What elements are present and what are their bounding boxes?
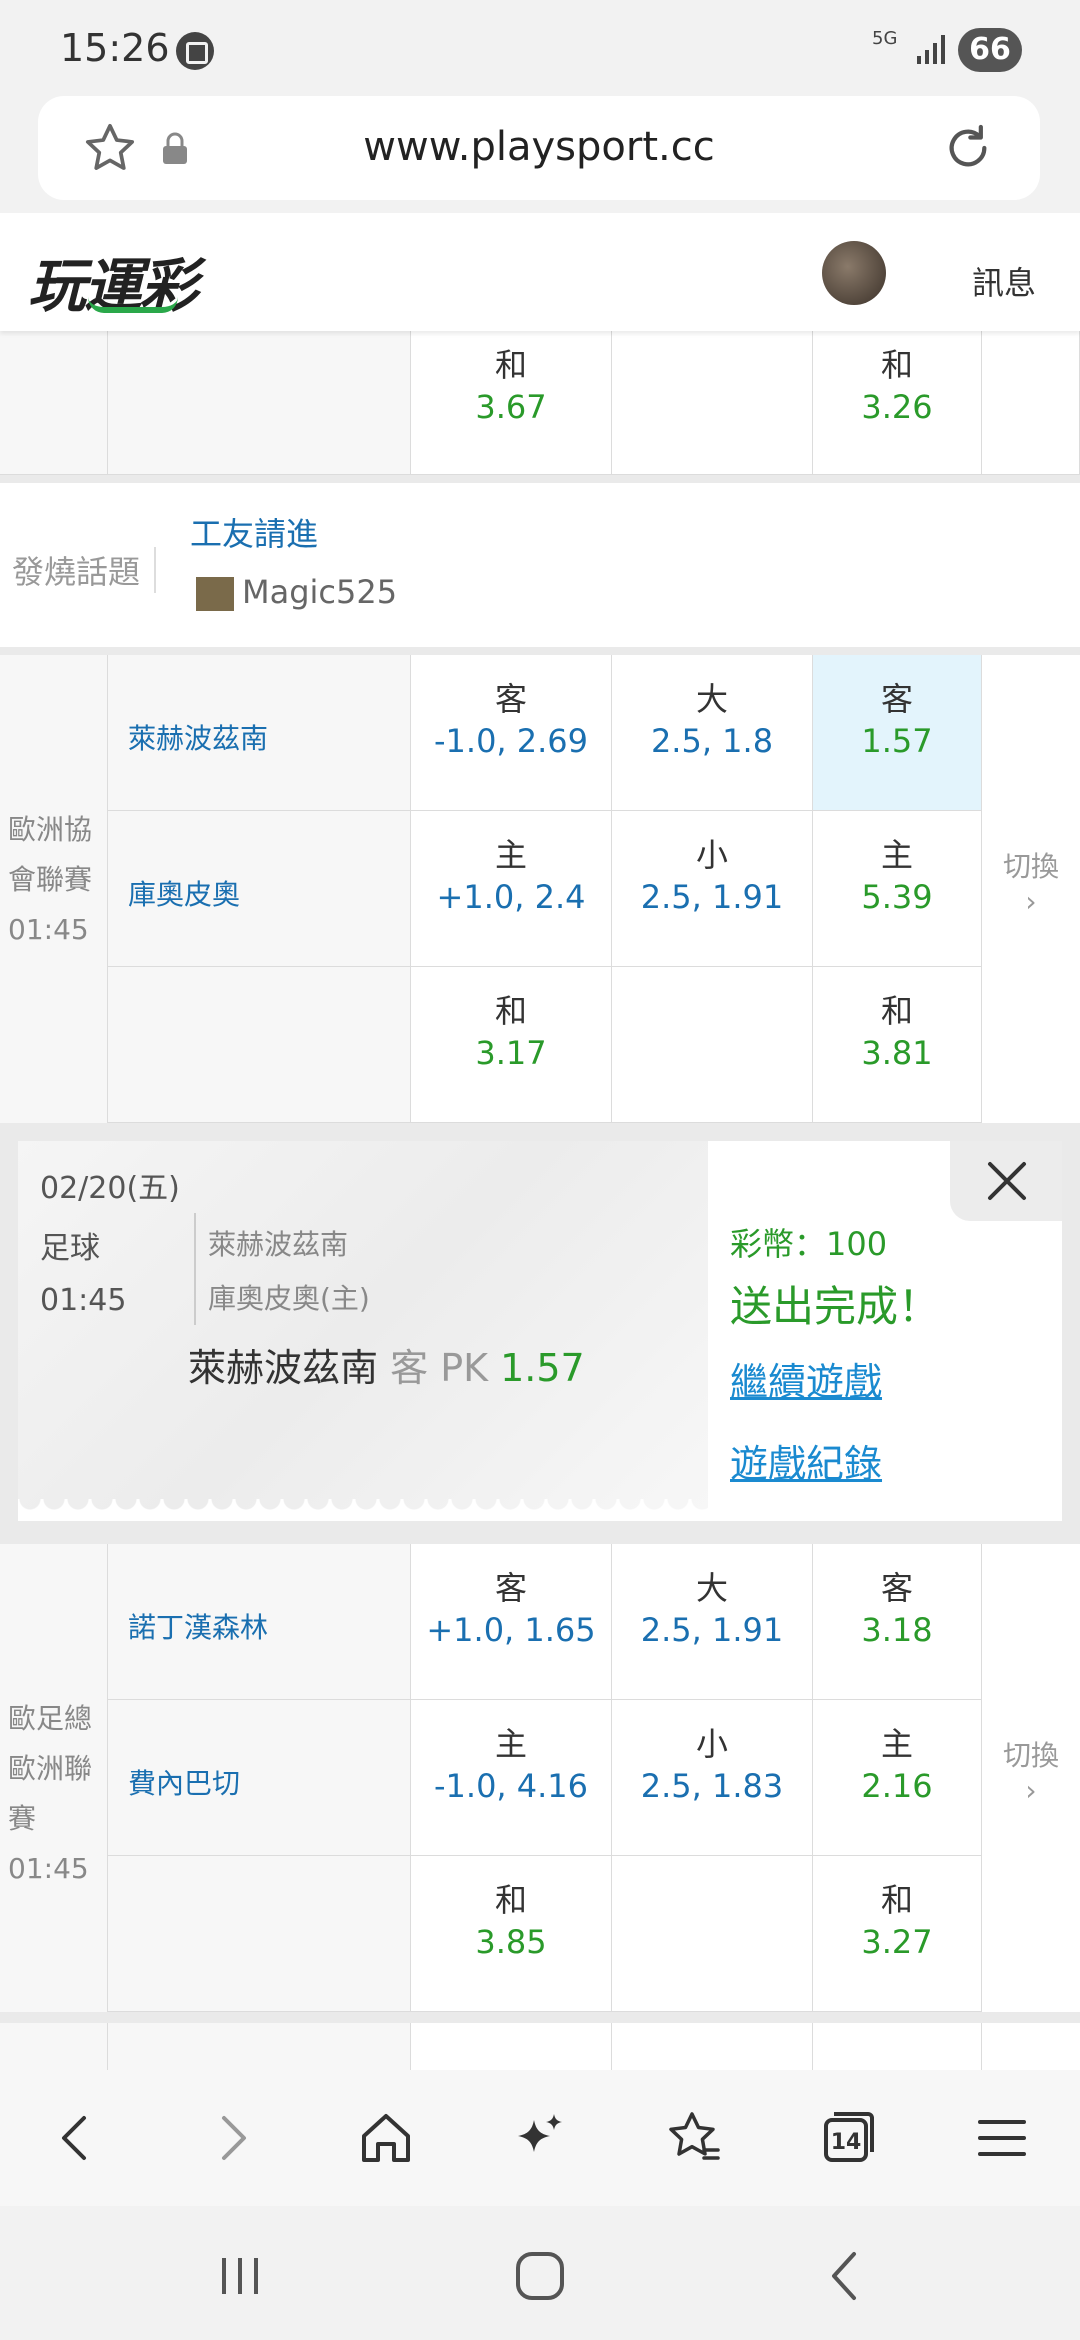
reload-icon[interactable]: [940, 120, 996, 176]
bet-time: 01:45: [40, 1283, 127, 1318]
game-record-link[interactable]: 遊戲紀錄: [730, 1433, 882, 1488]
table-row: [0, 2023, 1080, 2070]
coins-label: 彩幣：100: [730, 1225, 888, 1263]
hot-topic: 發燒話題 工友請進 Magic525: [0, 483, 1080, 647]
odds-cell[interactable]: 和 3.85: [411, 1856, 612, 2012]
hot-topic-title[interactable]: 工友請進: [190, 509, 318, 555]
odds-cell[interactable]: 大 2.5, 1.8: [612, 655, 813, 811]
odds-cell[interactable]: 小 2.5, 1.83: [612, 1700, 813, 1856]
menu-icon[interactable]: [970, 2106, 1034, 2170]
bet-confirmation-popup: 02/20(五) 足球 01:45 萊赫波茲南 庫奧皮奧(主) 萊赫波茲南 客 …: [18, 1141, 1062, 1521]
odds-cell[interactable]: 客 3.18: [813, 1544, 982, 1700]
odds-cell[interactable]: 主 -1.0, 4.16: [411, 1700, 612, 1856]
odds-cell[interactable]: 和 3.27: [813, 1856, 982, 2012]
bet-team-1: 萊赫波茲南: [208, 1228, 349, 1261]
site-header: 玩運彩: [0, 213, 1080, 331]
chevron-right-icon: ›: [1025, 885, 1037, 918]
bet-summary: 萊赫波茲南 客 PK 1.57: [188, 1346, 585, 1390]
url-text[interactable]: www.playsport.cc: [38, 124, 1040, 170]
tabs-count: 14: [830, 2130, 862, 2155]
odds-cell[interactable]: 大 2.5, 1.91: [612, 1544, 813, 1700]
messages-link[interactable]: 訊息: [972, 258, 1036, 304]
switch-button[interactable]: 切換 ›: [982, 1544, 1080, 2012]
odds-list: 和 3.67 和 3.26 發燒話題 工友請進 Magic525 歐洲協 會聯賽 0…: [0, 331, 1080, 2070]
league-cell: 歐足總 歐洲聯 賽 01:45: [0, 1544, 108, 2012]
address-bar[interactable]: www.playsport.cc: [38, 96, 1040, 200]
site-logo[interactable]: 玩運彩: [28, 239, 198, 323]
table-row: 諾丁漢森林 客 +1.0, 1.65 大 2.5, 1.91 客 3.18: [108, 1544, 982, 1700]
bet-sport: 足球: [40, 1231, 100, 1266]
user-avatar[interactable]: [822, 241, 886, 305]
back-nav-icon[interactable]: [816, 2246, 876, 2306]
odds-cell[interactable]: 客 +1.0, 1.65: [411, 1544, 612, 1700]
system-nav-bar: [0, 2206, 1080, 2340]
status-time: 15:26: [60, 26, 170, 70]
team-home[interactable]: 費內巴切: [128, 1762, 240, 1802]
bookmarks-icon[interactable]: [662, 2106, 726, 2170]
home-nav-icon[interactable]: [510, 2246, 570, 2306]
bet-date: 02/20(五): [40, 1171, 180, 1206]
close-button[interactable]: [950, 1141, 1062, 1221]
odds-cell[interactable]: 主 +1.0, 2.4: [411, 811, 612, 967]
forward-icon[interactable]: [200, 2106, 264, 2170]
team-away[interactable]: 諾丁漢森林: [128, 1606, 268, 1646]
browser-toolbar: 14: [0, 2070, 1080, 2206]
switch-button[interactable]: 切換 ›: [982, 655, 1080, 1123]
odds-cell[interactable]: 客 -1.0, 2.69: [411, 655, 612, 811]
signal-icon: [917, 35, 945, 64]
close-icon: [988, 1162, 1026, 1200]
league-cell: 歐洲協 會聯賽 01:45: [0, 655, 108, 1123]
user-thumbnail-icon: [196, 577, 234, 611]
continue-game-link[interactable]: 繼續遊戲: [730, 1351, 882, 1406]
odds-cell[interactable]: 和 3.26: [813, 331, 982, 475]
table-row: 庫奧皮奧 主 +1.0, 2.4 小 2.5, 1.91 主 5.39: [108, 811, 982, 967]
hot-topic-label: 發燒話題: [12, 547, 157, 593]
table-row: 和 3.17 和 3.81: [108, 967, 982, 1123]
status-bar: 15:26 5G 66: [0, 0, 1080, 96]
table-row: 費內巴切 主 -1.0, 4.16 小 2.5, 1.83 主 2.16: [108, 1700, 982, 1856]
odds-cell[interactable]: 小 2.5, 1.91: [612, 811, 813, 967]
sparkle-icon[interactable]: [508, 2106, 572, 2170]
hot-topic-user[interactable]: Magic525: [196, 573, 397, 611]
tabs-button[interactable]: 14: [816, 2106, 880, 2170]
submit-done-message: 送出完成！: [730, 1282, 941, 1331]
team-away[interactable]: 萊赫波茲南: [128, 717, 268, 757]
team-home[interactable]: 庫奧皮奧: [128, 873, 240, 913]
table-row: 和 3.85 和 3.27: [108, 1856, 982, 2012]
odds-cell[interactable]: 和 3.81: [813, 967, 982, 1123]
network-type: 5G: [872, 28, 898, 49]
back-icon[interactable]: [44, 2106, 108, 2170]
odds-cell-selected[interactable]: 客 1.57: [813, 655, 982, 811]
address-bar-container: www.playsport.cc: [0, 96, 1080, 210]
odds-cell[interactable]: 主 2.16: [813, 1700, 982, 1856]
odds-cell[interactable]: 和 3.67: [411, 331, 612, 475]
bet-team-2: 庫奧皮奧(主): [208, 1282, 370, 1315]
odds-cell[interactable]: 和 3.17: [411, 967, 612, 1123]
chevron-right-icon: ›: [1025, 1774, 1037, 1807]
table-row: 和 3.67 和 3.26: [0, 331, 1080, 475]
battery-indicator: 66: [958, 28, 1022, 72]
recents-icon[interactable]: [210, 2246, 270, 2306]
screenshot-icon: [176, 32, 214, 70]
table-row: 萊赫波茲南 客 -1.0, 2.69 大 2.5, 1.8 客 1.57: [108, 655, 982, 811]
odds-cell[interactable]: 主 5.39: [813, 811, 982, 967]
home-icon[interactable]: [354, 2106, 418, 2170]
